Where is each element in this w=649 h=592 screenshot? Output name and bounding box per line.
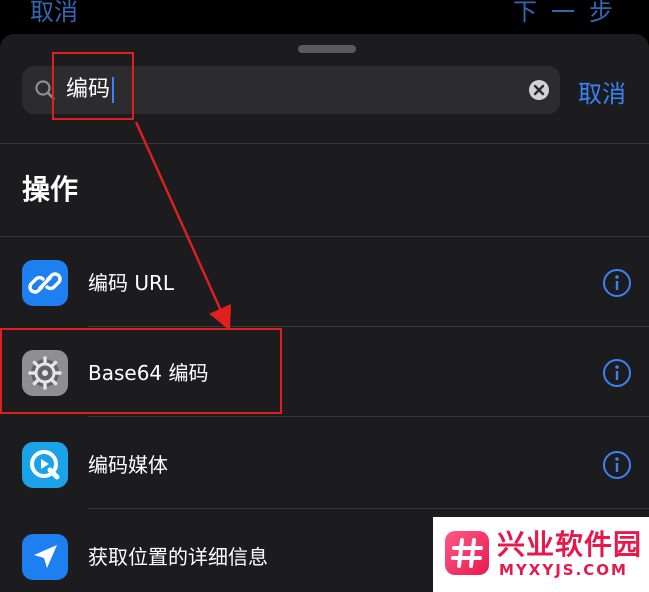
watermark-subtitle: MYXYJS.COM — [499, 561, 628, 579]
watermark: 兴业软件园 MYXYJS.COM — [433, 517, 649, 592]
watermark-logo-icon — [445, 531, 489, 575]
annotation-arrow-icon — [134, 121, 232, 331]
watermark-title: 兴业软件园 — [497, 528, 643, 561]
